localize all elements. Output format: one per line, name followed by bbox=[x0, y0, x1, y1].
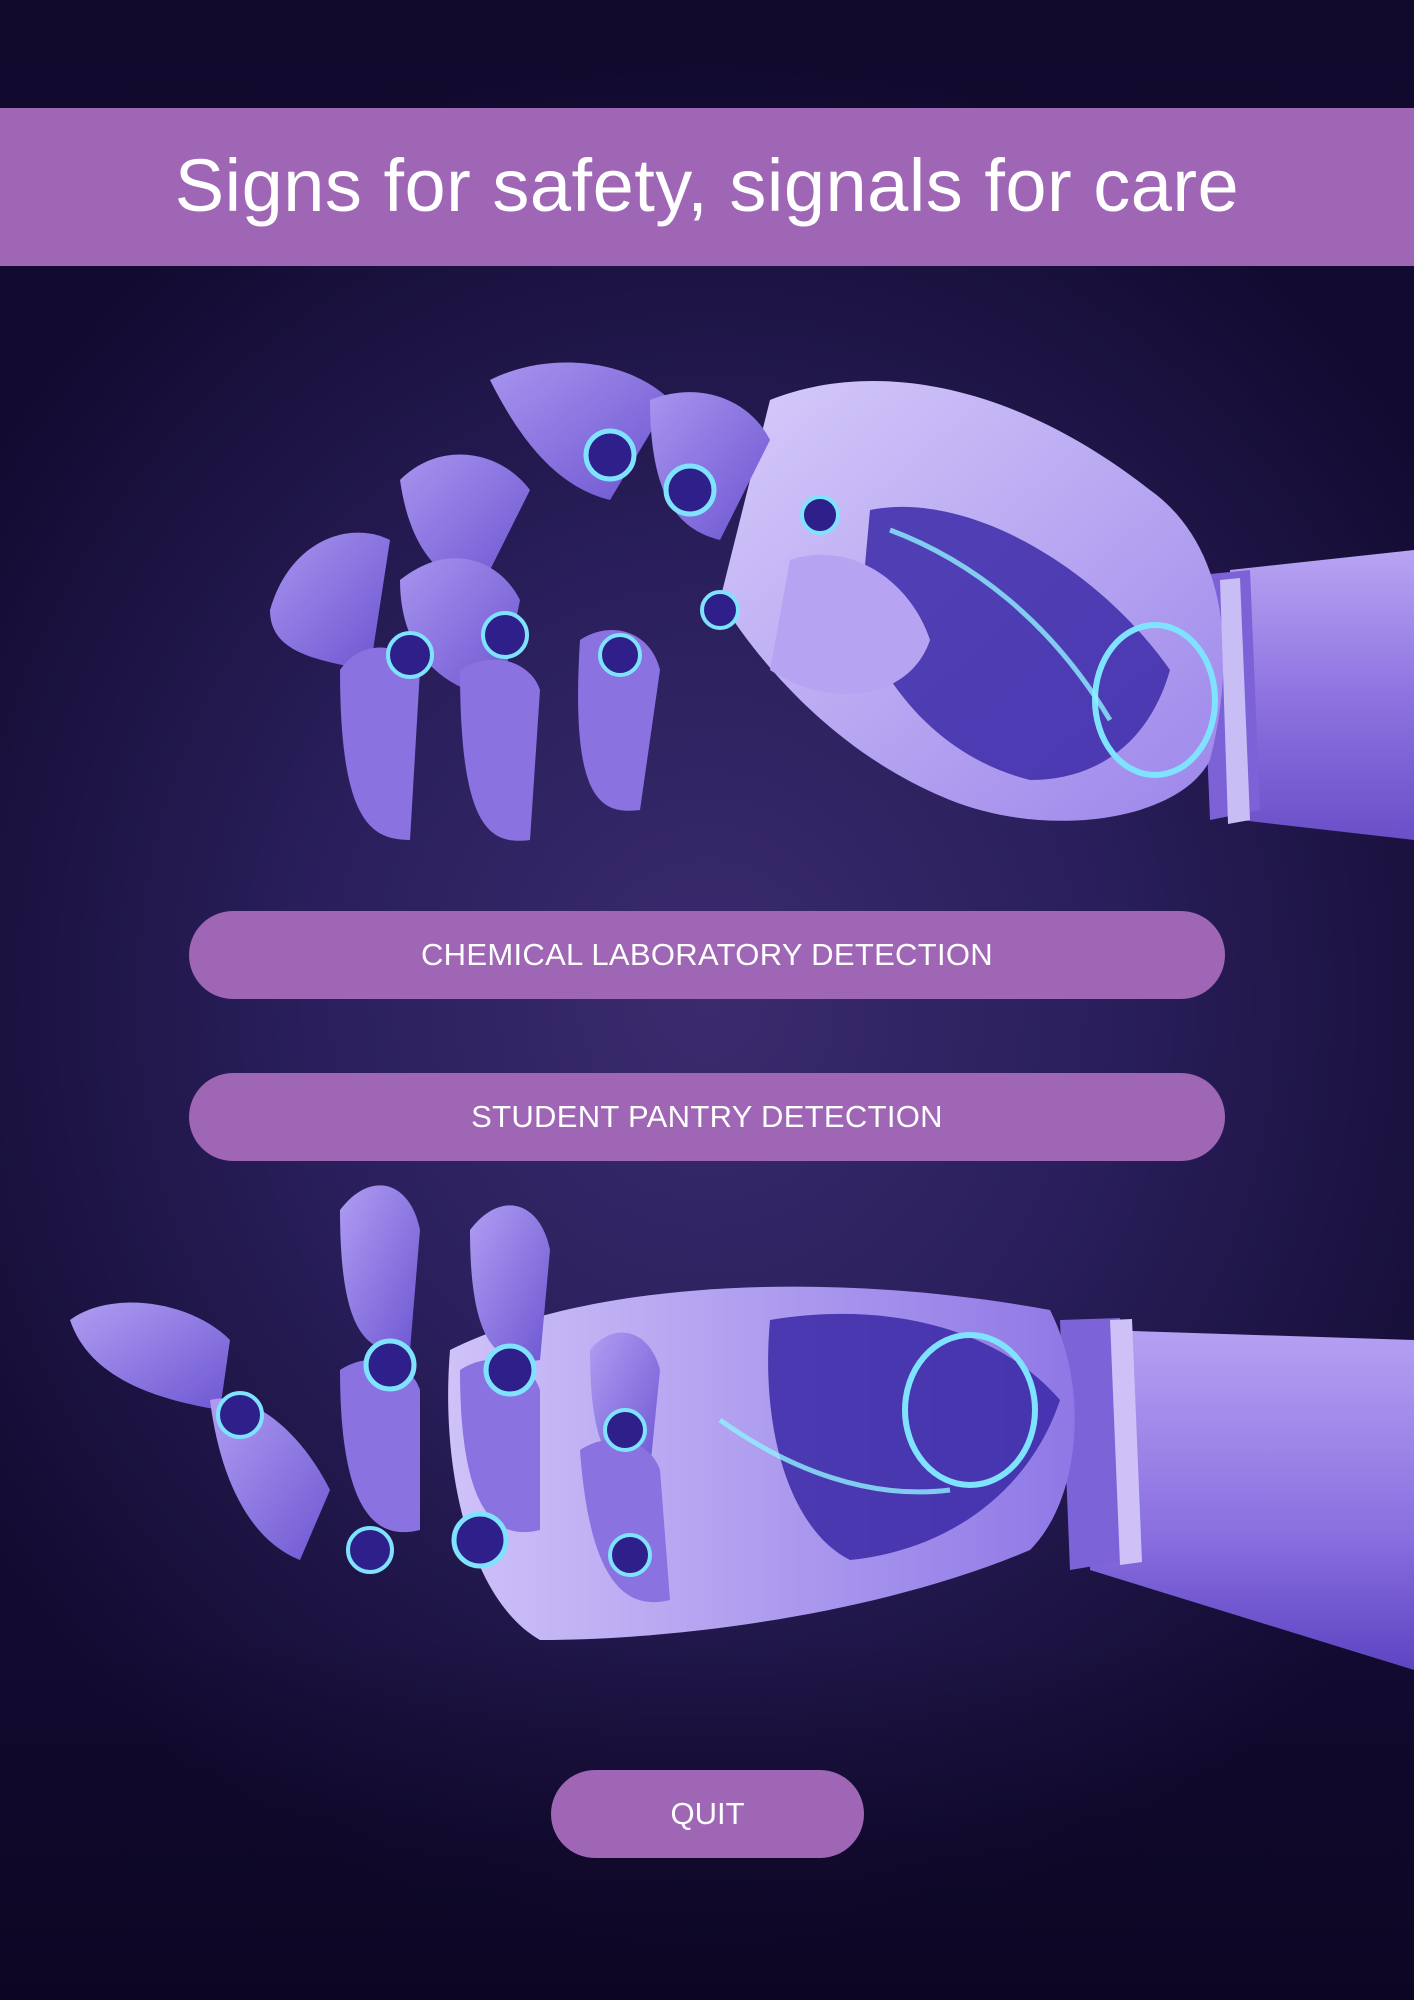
student-pantry-detection-button[interactable]: STUDENT PANTRY DETECTION bbox=[189, 1073, 1225, 1161]
chemical-laboratory-detection-button[interactable]: CHEMICAL LABORATORY DETECTION bbox=[189, 911, 1225, 999]
robotic-hand-bottom-image bbox=[70, 1185, 1414, 1670]
student-pantry-detection-label: STUDENT PANTRY DETECTION bbox=[471, 1099, 943, 1134]
background-vignette bbox=[0, 0, 1414, 2000]
quit-button[interactable]: QUIT bbox=[551, 1770, 864, 1858]
chemical-laboratory-detection-label: CHEMICAL LABORATORY DETECTION bbox=[421, 937, 993, 972]
robotic-hand-top-image bbox=[270, 362, 1414, 841]
quit-label: QUIT bbox=[670, 1796, 745, 1831]
page-title: Signs for safety, signals for care bbox=[174, 143, 1240, 227]
title-banner: Signs for safety, signals for care bbox=[0, 108, 1414, 266]
